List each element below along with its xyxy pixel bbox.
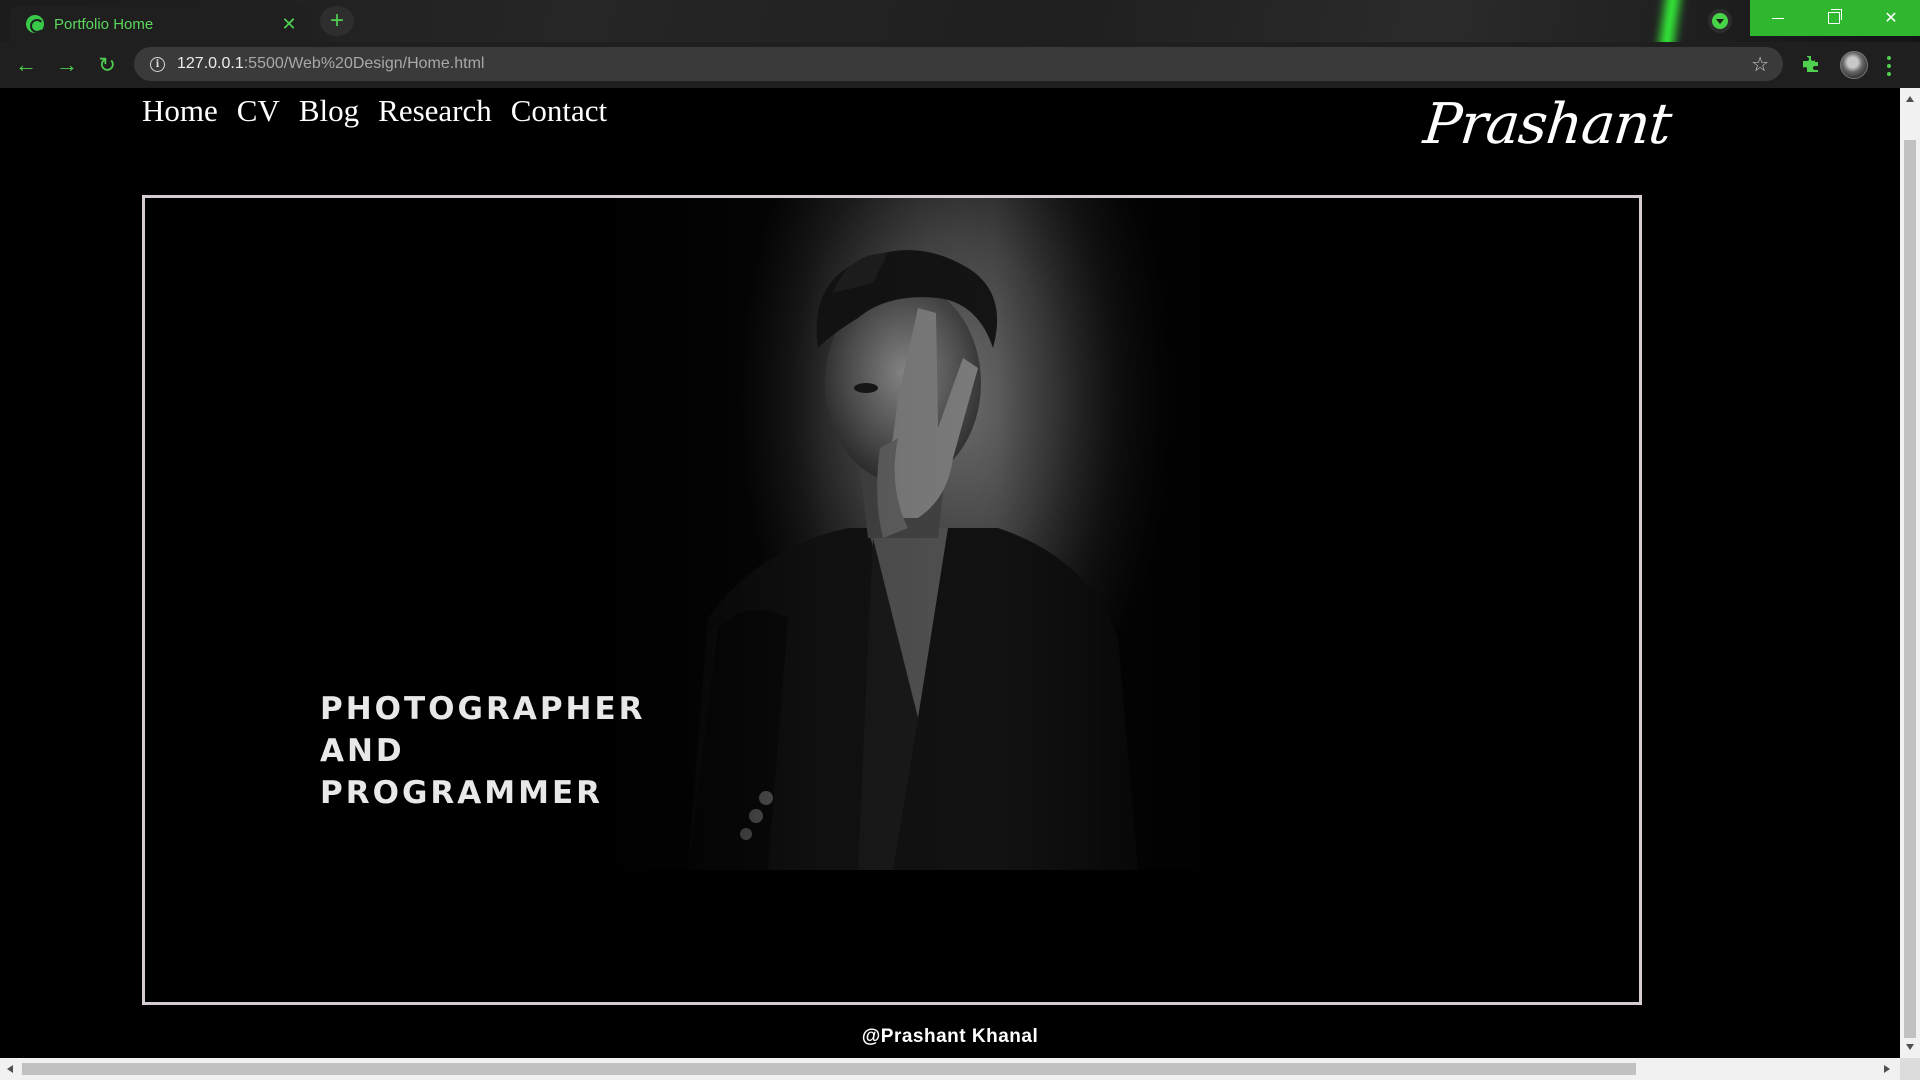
minimize-button[interactable]	[1750, 0, 1806, 36]
brand-logo: Prashant	[1420, 92, 1675, 157]
nav-research[interactable]: Research	[378, 88, 492, 134]
hero-frame: PHOTOGRAPHER AND PROGRAMMER	[142, 195, 1642, 1005]
browser-toolbar: ← → ↻ i 127.0.0.1:5500/Web%20Design/Home…	[0, 42, 1920, 88]
scroll-down-icon[interactable]	[1906, 1044, 1914, 1050]
scroll-up-icon[interactable]	[1906, 96, 1914, 102]
restore-button[interactable]	[1806, 0, 1862, 36]
scrollbar-corner	[1900, 1058, 1920, 1080]
new-tab-button[interactable]: +	[320, 6, 354, 36]
main-nav: Home CV Blog Research Contact	[142, 88, 626, 134]
portrait-photo	[618, 198, 1202, 870]
close-window-button[interactable]: ✕	[1862, 0, 1920, 36]
site-favicon-icon	[26, 15, 44, 33]
browser-titlebar: Portfolio Home ✕ + ✕	[0, 0, 1920, 42]
tab-title: Portfolio Home	[54, 15, 154, 33]
scroll-left-icon[interactable]	[7, 1065, 13, 1073]
page-viewport: Home CV Blog Research Contact Prashant P…	[0, 88, 1900, 1058]
tagline-line: AND	[320, 733, 405, 769]
extensions-icon[interactable]	[1800, 54, 1822, 76]
nav-blog[interactable]: Blog	[299, 88, 359, 134]
reload-icon[interactable]: ↻	[93, 52, 121, 78]
info-icon[interactable]: i	[150, 56, 165, 72]
footer-credit: @Prashant Khanal	[861, 1026, 1039, 1047]
restore-icon	[1828, 9, 1842, 24]
download-badge-icon[interactable]	[1708, 9, 1732, 33]
horizontal-scrollbar[interactable]	[0, 1058, 1900, 1080]
vertical-scrollbar[interactable]	[1900, 88, 1920, 1058]
scroll-right-icon[interactable]	[1884, 1065, 1890, 1073]
url-host: 127.0.0.1	[177, 55, 244, 72]
hero-tagline: PHOTOGRAPHER AND PROGRAMMER	[320, 688, 646, 814]
nav-cv[interactable]: CV	[237, 88, 280, 134]
nav-contact[interactable]: Contact	[511, 88, 607, 134]
menu-icon[interactable]	[1886, 56, 1892, 76]
tagline-line: PROGRAMMER	[320, 775, 603, 811]
forward-icon[interactable]: →	[53, 52, 81, 78]
theme-decoration	[1645, 0, 1689, 42]
minimize-icon	[1772, 17, 1784, 19]
avatar[interactable]	[1840, 51, 1868, 79]
browser-tab[interactable]: Portfolio Home ✕	[10, 6, 312, 42]
tagline-line: PHOTOGRAPHER	[320, 691, 646, 727]
nav-home[interactable]: Home	[142, 88, 218, 134]
bookmark-star-icon[interactable]: ☆	[1751, 52, 1769, 77]
scroll-thumb[interactable]	[22, 1063, 1636, 1075]
url-path: :5500/Web%20Design/Home.html	[243, 55, 485, 72]
back-icon[interactable]: ←	[12, 52, 40, 78]
tab-close-icon[interactable]: ✕	[278, 14, 300, 35]
address-bar[interactable]: i 127.0.0.1:5500/Web%20Design/Home.html …	[134, 47, 1783, 81]
scroll-thumb[interactable]	[1904, 140, 1916, 1038]
